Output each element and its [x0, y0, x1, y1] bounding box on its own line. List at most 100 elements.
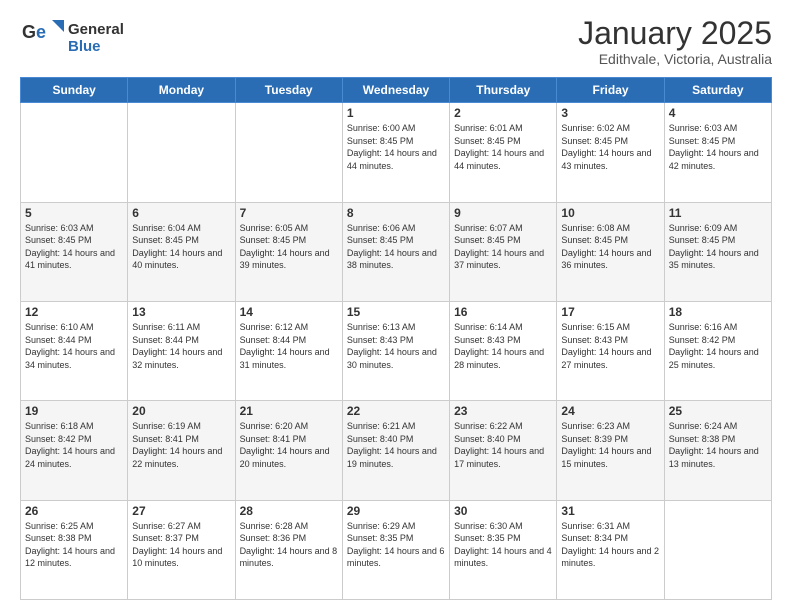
- day-sunset: Sunset: 8:45 PM: [347, 235, 414, 245]
- day-sunset: Sunset: 8:45 PM: [454, 136, 521, 146]
- day-number: 4: [669, 106, 767, 120]
- calendar-cell: 4 Sunrise: 6:03 AM Sunset: 8:45 PM Dayli…: [664, 103, 771, 202]
- day-sunrise: Sunrise: 6:27 AM: [132, 521, 201, 531]
- day-number: 12: [25, 305, 123, 319]
- day-number: 24: [561, 404, 659, 418]
- logo: G e General Blue: [20, 16, 124, 60]
- calendar-cell: 22 Sunrise: 6:21 AM Sunset: 8:40 PM Dayl…: [342, 401, 449, 500]
- day-number: 2: [454, 106, 552, 120]
- calendar-cell: 17 Sunrise: 6:15 AM Sunset: 8:43 PM Dayl…: [557, 301, 664, 400]
- day-daylight: Daylight: 14 hours and 43 minutes.: [561, 148, 651, 171]
- day-number: 17: [561, 305, 659, 319]
- day-sunset: Sunset: 8:45 PM: [669, 136, 736, 146]
- day-sunset: Sunset: 8:43 PM: [454, 335, 521, 345]
- day-number: 10: [561, 206, 659, 220]
- day-sunrise: Sunrise: 6:13 AM: [347, 322, 416, 332]
- day-sunset: Sunset: 8:45 PM: [25, 235, 92, 245]
- day-number: 16: [454, 305, 552, 319]
- day-sunset: Sunset: 8:43 PM: [561, 335, 628, 345]
- calendar-cell: 2 Sunrise: 6:01 AM Sunset: 8:45 PM Dayli…: [450, 103, 557, 202]
- day-sunrise: Sunrise: 6:28 AM: [240, 521, 309, 531]
- day-number: 31: [561, 504, 659, 518]
- calendar-cell: 3 Sunrise: 6:02 AM Sunset: 8:45 PM Dayli…: [557, 103, 664, 202]
- day-daylight: Daylight: 14 hours and 39 minutes.: [240, 248, 330, 271]
- calendar-cell: 19 Sunrise: 6:18 AM Sunset: 8:42 PM Dayl…: [21, 401, 128, 500]
- day-daylight: Daylight: 14 hours and 42 minutes.: [669, 148, 759, 171]
- day-daylight: Daylight: 14 hours and 34 minutes.: [25, 347, 115, 370]
- day-sunrise: Sunrise: 6:22 AM: [454, 421, 523, 431]
- logo-wordmark: General Blue: [68, 21, 124, 56]
- day-sunset: Sunset: 8:45 PM: [669, 235, 736, 245]
- day-sunrise: Sunrise: 6:00 AM: [347, 123, 416, 133]
- day-sunrise: Sunrise: 6:20 AM: [240, 421, 309, 431]
- day-daylight: Daylight: 14 hours and 8 minutes.: [240, 546, 338, 569]
- calendar-cell: 15 Sunrise: 6:13 AM Sunset: 8:43 PM Dayl…: [342, 301, 449, 400]
- day-sunset: Sunset: 8:38 PM: [669, 434, 736, 444]
- calendar-cell: 7 Sunrise: 6:05 AM Sunset: 8:45 PM Dayli…: [235, 202, 342, 301]
- day-daylight: Daylight: 14 hours and 44 minutes.: [454, 148, 544, 171]
- day-daylight: Daylight: 14 hours and 41 minutes.: [25, 248, 115, 271]
- day-daylight: Daylight: 14 hours and 6 minutes.: [347, 546, 445, 569]
- day-sunset: Sunset: 8:39 PM: [561, 434, 628, 444]
- page: G e General Blue January 2025 Edithvale,…: [0, 0, 792, 612]
- day-sunset: Sunset: 8:44 PM: [240, 335, 307, 345]
- day-sunrise: Sunrise: 6:10 AM: [25, 322, 94, 332]
- logo-general: General: [68, 21, 124, 38]
- day-sunset: Sunset: 8:43 PM: [347, 335, 414, 345]
- day-sunset: Sunset: 8:42 PM: [669, 335, 736, 345]
- day-number: 20: [132, 404, 230, 418]
- day-number: 13: [132, 305, 230, 319]
- day-sunset: Sunset: 8:45 PM: [561, 235, 628, 245]
- day-number: 21: [240, 404, 338, 418]
- day-number: 29: [347, 504, 445, 518]
- day-sunrise: Sunrise: 6:12 AM: [240, 322, 309, 332]
- day-sunset: Sunset: 8:40 PM: [454, 434, 521, 444]
- day-sunrise: Sunrise: 6:24 AM: [669, 421, 738, 431]
- day-sunrise: Sunrise: 6:04 AM: [132, 223, 201, 233]
- day-number: 3: [561, 106, 659, 120]
- day-sunset: Sunset: 8:41 PM: [132, 434, 199, 444]
- calendar-cell: 27 Sunrise: 6:27 AM Sunset: 8:37 PM Dayl…: [128, 500, 235, 599]
- calendar-cell: 1 Sunrise: 6:00 AM Sunset: 8:45 PM Dayli…: [342, 103, 449, 202]
- calendar-cell: [128, 103, 235, 202]
- day-sunrise: Sunrise: 6:11 AM: [132, 322, 200, 332]
- svg-text:e: e: [36, 22, 46, 42]
- calendar-cell: 13 Sunrise: 6:11 AM Sunset: 8:44 PM Dayl…: [128, 301, 235, 400]
- day-number: 25: [669, 404, 767, 418]
- day-sunset: Sunset: 8:41 PM: [240, 434, 307, 444]
- calendar-cell: 25 Sunrise: 6:24 AM Sunset: 8:38 PM Dayl…: [664, 401, 771, 500]
- day-daylight: Daylight: 14 hours and 44 minutes.: [347, 148, 437, 171]
- calendar-cell: 6 Sunrise: 6:04 AM Sunset: 8:45 PM Dayli…: [128, 202, 235, 301]
- calendar-cell: 11 Sunrise: 6:09 AM Sunset: 8:45 PM Dayl…: [664, 202, 771, 301]
- day-number: 8: [347, 206, 445, 220]
- day-number: 5: [25, 206, 123, 220]
- day-daylight: Daylight: 14 hours and 25 minutes.: [669, 347, 759, 370]
- day-sunrise: Sunrise: 6:21 AM: [347, 421, 416, 431]
- day-sunrise: Sunrise: 6:09 AM: [669, 223, 738, 233]
- day-sunrise: Sunrise: 6:03 AM: [669, 123, 738, 133]
- calendar-cell: 5 Sunrise: 6:03 AM Sunset: 8:45 PM Dayli…: [21, 202, 128, 301]
- day-number: 19: [25, 404, 123, 418]
- day-daylight: Daylight: 14 hours and 40 minutes.: [132, 248, 222, 271]
- day-sunset: Sunset: 8:45 PM: [454, 235, 521, 245]
- calendar-cell: 21 Sunrise: 6:20 AM Sunset: 8:41 PM Dayl…: [235, 401, 342, 500]
- day-number: 30: [454, 504, 552, 518]
- calendar-header-monday: Monday: [128, 78, 235, 103]
- calendar-cell: [21, 103, 128, 202]
- day-sunrise: Sunrise: 6:23 AM: [561, 421, 630, 431]
- calendar-cell: 14 Sunrise: 6:12 AM Sunset: 8:44 PM Dayl…: [235, 301, 342, 400]
- main-title: January 2025: [578, 16, 772, 51]
- day-sunrise: Sunrise: 6:08 AM: [561, 223, 630, 233]
- calendar-table: SundayMondayTuesdayWednesdayThursdayFrid…: [20, 77, 772, 600]
- day-sunset: Sunset: 8:44 PM: [25, 335, 92, 345]
- day-daylight: Daylight: 14 hours and 30 minutes.: [347, 347, 437, 370]
- day-number: 1: [347, 106, 445, 120]
- calendar-cell: [235, 103, 342, 202]
- day-daylight: Daylight: 14 hours and 13 minutes.: [669, 446, 759, 469]
- svg-text:G: G: [22, 22, 36, 42]
- title-block: January 2025 Edithvale, Victoria, Austra…: [578, 16, 772, 67]
- day-sunrise: Sunrise: 6:14 AM: [454, 322, 523, 332]
- day-daylight: Daylight: 14 hours and 19 minutes.: [347, 446, 437, 469]
- day-number: 6: [132, 206, 230, 220]
- day-sunrise: Sunrise: 6:16 AM: [669, 322, 738, 332]
